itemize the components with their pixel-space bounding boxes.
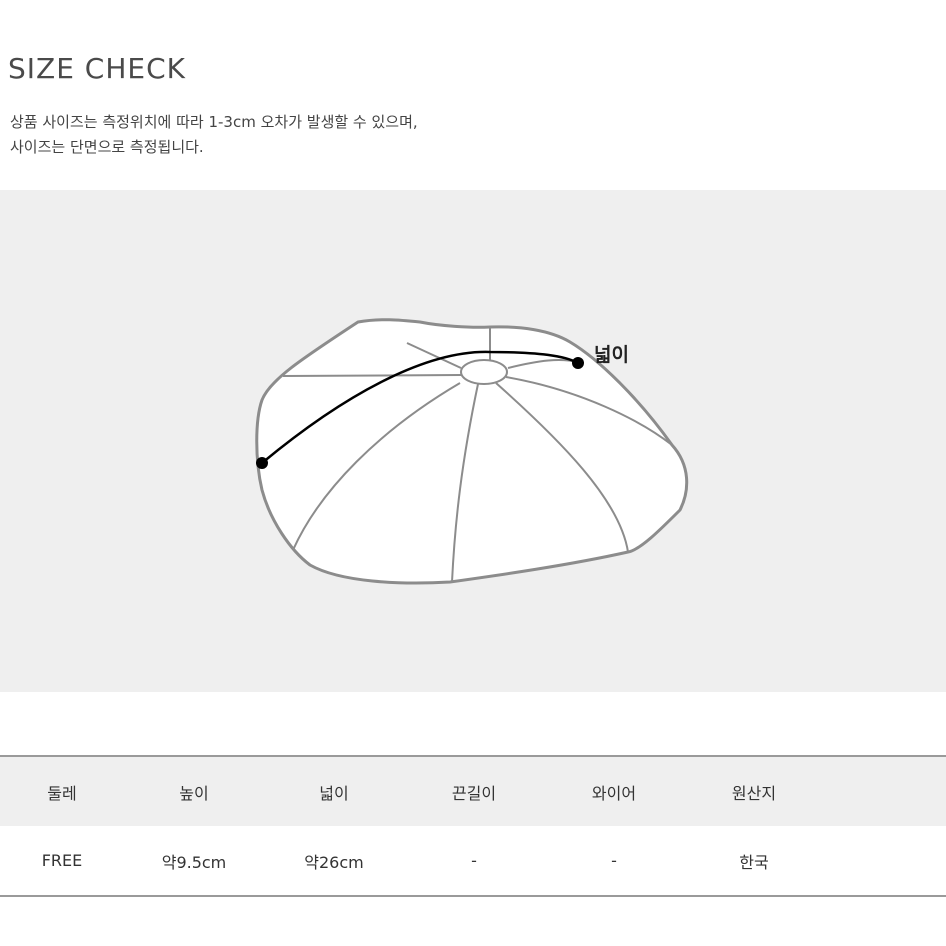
size-table: 둘레 높이 넓이 끈길이 와이어 원산지 FREE 약9.5cm 약26cm -… bbox=[0, 755, 946, 897]
cell-girth: FREE bbox=[41, 851, 83, 870]
size-table-header: 둘레 높이 넓이 끈길이 와이어 원산지 bbox=[0, 756, 946, 826]
size-notice: 상품 사이즈는 측정위치에 따라 1-3cm 오차가 발생할 수 있으며, 사이… bbox=[10, 110, 418, 160]
header-cell-width: 넓이 bbox=[319, 783, 349, 803]
cell-origin: 한국 bbox=[739, 852, 769, 872]
header-cell-origin: 원산지 bbox=[731, 783, 777, 803]
cell-height: 약9.5cm bbox=[161, 852, 227, 872]
measure-point-left bbox=[256, 457, 268, 469]
header-cell-spacer bbox=[824, 756, 946, 826]
measure-point-right bbox=[572, 357, 584, 369]
size-diagram-panel: 넓이 bbox=[0, 190, 946, 692]
size-notice-line: 상품 사이즈는 측정위치에 따라 1-3cm 오차가 발생할 수 있으며, bbox=[10, 113, 418, 131]
header-cell-girth: 둘레 bbox=[47, 783, 77, 803]
header-cell-wire: 와이어 bbox=[591, 783, 637, 803]
cell-wire: - bbox=[611, 851, 617, 870]
cell-spacer bbox=[824, 826, 946, 896]
table-row: FREE 약9.5cm 약26cm - - 한국 bbox=[0, 826, 946, 896]
cell-width: 약26cm bbox=[304, 852, 364, 872]
beret-hat-icon bbox=[255, 318, 689, 585]
size-notice-line: 사이즈는 단면으로 측정됩니다. bbox=[10, 138, 204, 156]
header-cell-height: 높이 bbox=[179, 783, 209, 803]
header-cell-strap-length: 끈길이 bbox=[451, 783, 497, 803]
hat-crown bbox=[460, 359, 508, 385]
cell-strap-length: - bbox=[471, 851, 477, 870]
width-measure-label: 넓이 bbox=[594, 344, 629, 366]
page-title: SIZE CHECK bbox=[8, 52, 187, 85]
